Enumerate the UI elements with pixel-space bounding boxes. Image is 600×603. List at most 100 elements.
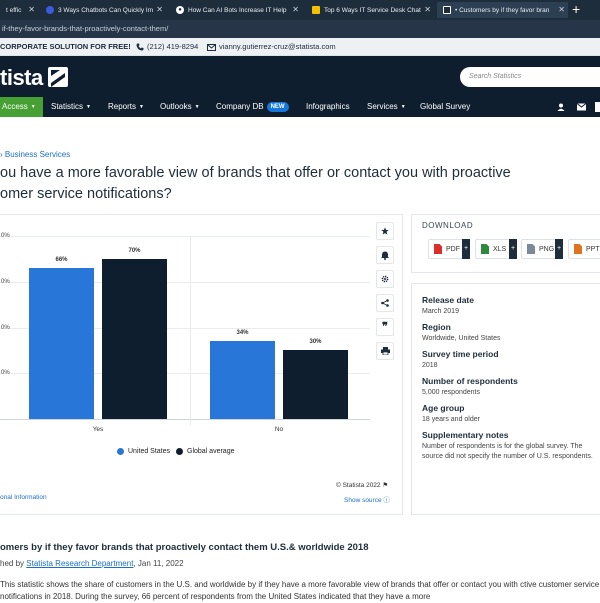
nav-item-services[interactable]: Services ▼	[367, 97, 406, 117]
nav-label: Reports	[108, 102, 137, 111]
settings-button[interactable]	[376, 270, 394, 288]
ppt-file-icon	[574, 244, 582, 254]
format-label: PPT	[586, 245, 600, 253]
browser-tab[interactable]: 3 Ways Chatbots Can Quickly Im ✕	[40, 2, 166, 18]
download-png-button[interactable]: PNG +	[521, 239, 563, 259]
x-tick-label: Yes	[92, 426, 104, 433]
tab-label: Top 6 Ways IT Service Desk Chat	[324, 6, 421, 14]
new-tab-button[interactable]: +	[572, 1, 580, 17]
new-badge: NEW	[266, 102, 289, 112]
caret-down-icon: ▼	[194, 104, 200, 110]
additional-information-link[interactable]: onal Information	[0, 494, 47, 501]
format-label: PDF	[446, 245, 460, 253]
nav-item-company-db[interactable]: Company DB NEW	[216, 97, 289, 117]
email-contact[interactable]: vianny.gutierrez-cruz@statista.com	[207, 38, 336, 56]
detail-label: Number of respondents	[422, 376, 518, 386]
browser-tab[interactable]: t effic ✕	[0, 2, 38, 18]
address-bar[interactable]: if-they-favor-brands-that-proactively-co…	[0, 20, 600, 38]
share-button[interactable]	[376, 294, 394, 312]
site-favicon-icon	[312, 6, 320, 14]
download-panel: DOWNLOAD PDF + XLS + PNG + PPT	[411, 214, 600, 273]
title-line: omer service notifications?	[0, 186, 172, 202]
print-button[interactable]	[376, 342, 394, 360]
phone-contact[interactable]: (212) 419-8294	[136, 38, 198, 56]
favorite-button[interactable]	[376, 222, 394, 240]
statista-logo[interactable]: tista	[0, 65, 43, 91]
published-prefix: hed by	[0, 559, 25, 568]
copyright-text: © Statista 2022	[336, 482, 381, 489]
statistic-title: omers by if they favor brands that proac…	[0, 542, 369, 553]
category-separator	[190, 236, 191, 426]
close-tab-icon[interactable]: ✕	[28, 5, 35, 14]
bar-no-united-states[interactable]	[210, 341, 275, 419]
quote-icon: ❞	[382, 321, 388, 333]
user-icon[interactable]	[557, 103, 565, 111]
close-tab-icon[interactable]: ✕	[156, 5, 163, 14]
format-label: XLS	[493, 245, 507, 253]
page-title: ou have a more favorable view of brands …	[0, 163, 600, 205]
plus-icon[interactable]: +	[462, 239, 470, 259]
close-tab-icon[interactable]: ✕	[424, 5, 431, 14]
nav-item-statistics[interactable]: Statistics ▼	[51, 97, 91, 117]
star-icon	[381, 227, 389, 235]
more-icon[interactable]	[595, 102, 600, 112]
bar-no-global-average[interactable]	[283, 350, 348, 419]
author-link[interactable]: Statista Research Department	[26, 559, 133, 568]
breadcrumb-link[interactable]: Business Services	[5, 150, 70, 159]
nav-item-global-survey[interactable]: Global Survey	[420, 97, 470, 117]
download-heading: DOWNLOAD	[422, 221, 474, 230]
show-source-link[interactable]: Show source ⓘ	[344, 494, 390, 504]
site-favicon-icon: ●	[176, 6, 184, 14]
plus-icon[interactable]: +	[555, 239, 563, 259]
legend-item[interactable]: United States	[117, 448, 170, 455]
search-input[interactable]: Search Statistics	[460, 67, 600, 87]
plus-icon[interactable]: +	[509, 239, 517, 259]
promo-text[interactable]: CORPORATE SOLUTION FOR FREE!	[0, 38, 131, 56]
detail-value: Number of respondents is for the global …	[422, 443, 593, 460]
gear-icon	[381, 275, 389, 283]
detail-label: Release date	[422, 295, 474, 305]
nav-label: Services	[367, 102, 398, 111]
pdf-file-icon	[434, 244, 442, 254]
caret-down-icon: ▼	[30, 104, 36, 110]
tab-label: • Customers by if they favor bran	[455, 6, 550, 14]
nav-label: Global Survey	[420, 102, 471, 111]
statista-logo-mark-icon[interactable]	[48, 67, 68, 87]
nav-item-outlooks[interactable]: Outlooks ▼	[160, 97, 200, 117]
cite-button[interactable]: ❞	[376, 318, 394, 336]
browser-tab[interactable]: Top 6 Ways IT Service Desk Chat ✕	[306, 2, 434, 18]
data-label: 70%	[128, 247, 141, 254]
email-address: vianny.gutierrez-cruz@statista.com	[219, 42, 336, 51]
access-button[interactable]: Access ▼	[0, 97, 43, 117]
data-label: 30%	[309, 339, 322, 346]
browser-tab[interactable]: ● How Can AI Bots Increase IT Help ✕	[170, 2, 302, 18]
close-tab-icon[interactable]: ✕	[558, 5, 565, 14]
mail-icon	[207, 44, 216, 51]
print-icon	[380, 347, 390, 355]
detail-label: Region	[422, 322, 451, 332]
xls-file-icon	[481, 244, 489, 254]
nav-label: Statistics	[51, 102, 84, 111]
nav-item-infographics[interactable]: Infographics	[306, 97, 350, 117]
download-ppt-button[interactable]: PPT	[568, 239, 600, 259]
bell-icon	[381, 251, 389, 260]
phone-icon	[136, 43, 144, 51]
statistic-details: Release date March 2019 Region Worldwide…	[411, 283, 600, 515]
download-xls-button[interactable]: XLS +	[475, 239, 517, 259]
nav-item-reports[interactable]: Reports ▼	[108, 97, 144, 117]
detail-value: March 2019	[422, 308, 459, 315]
mail-icon[interactable]	[577, 103, 586, 111]
bar-yes-united-states[interactable]	[29, 268, 94, 419]
nav-label: Infographics	[306, 102, 350, 111]
browser-tab-bar: t effic ✕ 3 Ways Chatbots Can Quickly Im…	[0, 0, 600, 20]
bar-yes-global-average[interactable]	[102, 258, 167, 419]
data-label: 34%	[236, 330, 249, 337]
png-file-icon	[527, 244, 535, 254]
legend-item[interactable]: Global average	[176, 448, 234, 455]
browser-tab-active[interactable]: • Customers by if they favor bran ✕	[437, 2, 568, 18]
download-pdf-button[interactable]: PDF +	[428, 239, 470, 259]
breadcrumb[interactable]: › Business Services	[0, 150, 70, 159]
main-nav: Access ▼ Statistics ▼ Reports ▼ Outlooks ▼ C…	[0, 97, 600, 117]
notification-button[interactable]	[376, 246, 394, 264]
close-tab-icon[interactable]: ✕	[292, 5, 299, 14]
